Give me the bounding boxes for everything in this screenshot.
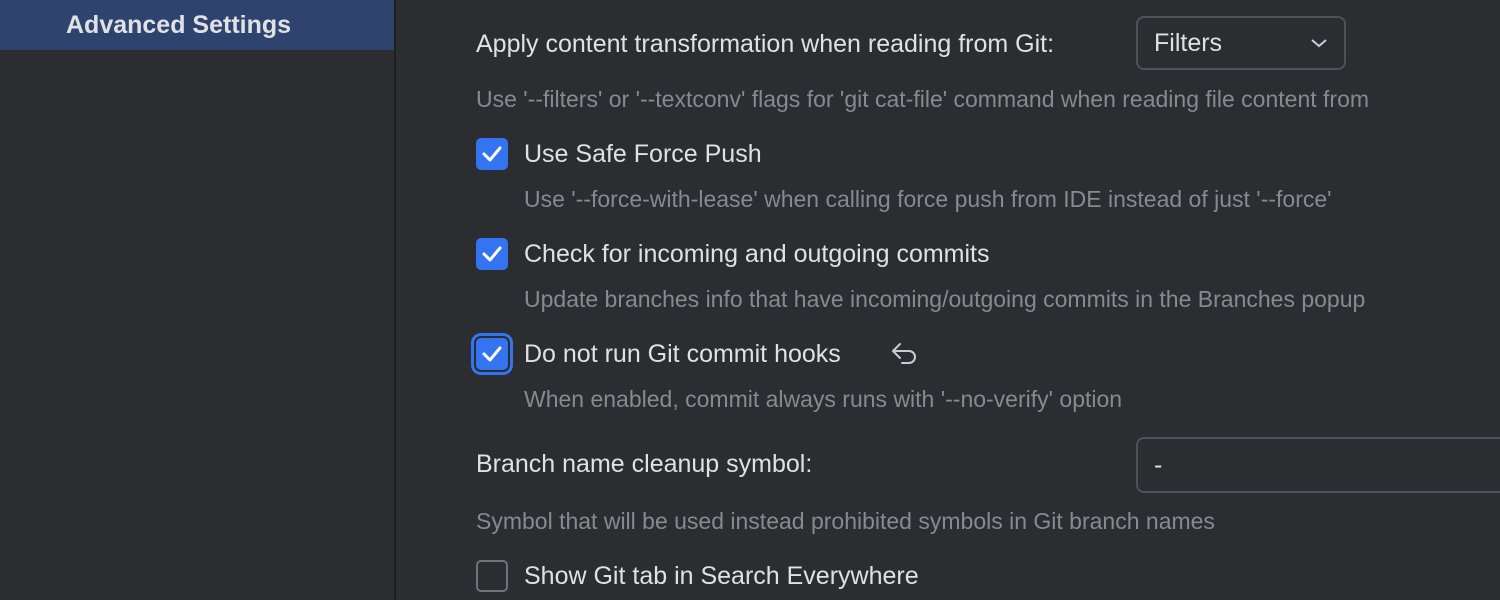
settings-sidebar: Advanced Settings	[0, 0, 396, 600]
safe-force-push-hint: Use '--force-with-lease' when calling fo…	[524, 186, 1332, 212]
commit-hooks-label[interactable]: Do not run Git commit hooks	[524, 340, 841, 369]
checkmark-icon	[482, 346, 502, 362]
checkmark-icon	[482, 146, 502, 162]
check-commits-hint: Update branches info that have incoming/…	[524, 286, 1366, 312]
sidebar-item-advanced-settings[interactable]: Advanced Settings	[0, 0, 394, 50]
settings-window: Advanced Settings Apply content transfor…	[0, 0, 1500, 600]
branch-cleanup-label: Branch name cleanup symbol:	[476, 450, 813, 478]
branch-cleanup-value: -	[1154, 450, 1163, 479]
branch-cleanup-field[interactable]: -	[1136, 437, 1500, 493]
check-commits-label[interactable]: Check for incoming and outgoing commits	[524, 240, 990, 269]
commit-hooks-checkbox[interactable]	[476, 338, 508, 370]
branch-cleanup-hint: Symbol that will be used instead prohibi…	[476, 508, 1215, 534]
reset-to-default-icon[interactable]	[890, 340, 920, 373]
advanced-settings-panel: Apply content transformation when readin…	[396, 0, 1500, 600]
chevron-down-icon	[1310, 37, 1328, 49]
check-commits-checkbox[interactable]	[476, 238, 508, 270]
commit-hooks-hint: When enabled, commit always runs with '-…	[524, 386, 1123, 412]
sidebar-item-label: Advanced Settings	[66, 10, 292, 39]
content-transformation-label: Apply content transformation when readin…	[476, 30, 1055, 58]
safe-force-push-checkbox[interactable]	[476, 138, 508, 170]
search-everywhere-checkbox[interactable]	[476, 560, 508, 592]
content-transformation-hint: Use '--filters' or '--textconv' flags fo…	[476, 86, 1370, 112]
content-transformation-dropdown[interactable]: Filters	[1136, 16, 1346, 70]
safe-force-push-label[interactable]: Use Safe Force Push	[524, 140, 762, 169]
search-everywhere-label[interactable]: Show Git tab in Search Everywhere	[524, 562, 919, 591]
checkmark-icon	[482, 246, 502, 262]
dropdown-value: Filters	[1154, 28, 1223, 57]
